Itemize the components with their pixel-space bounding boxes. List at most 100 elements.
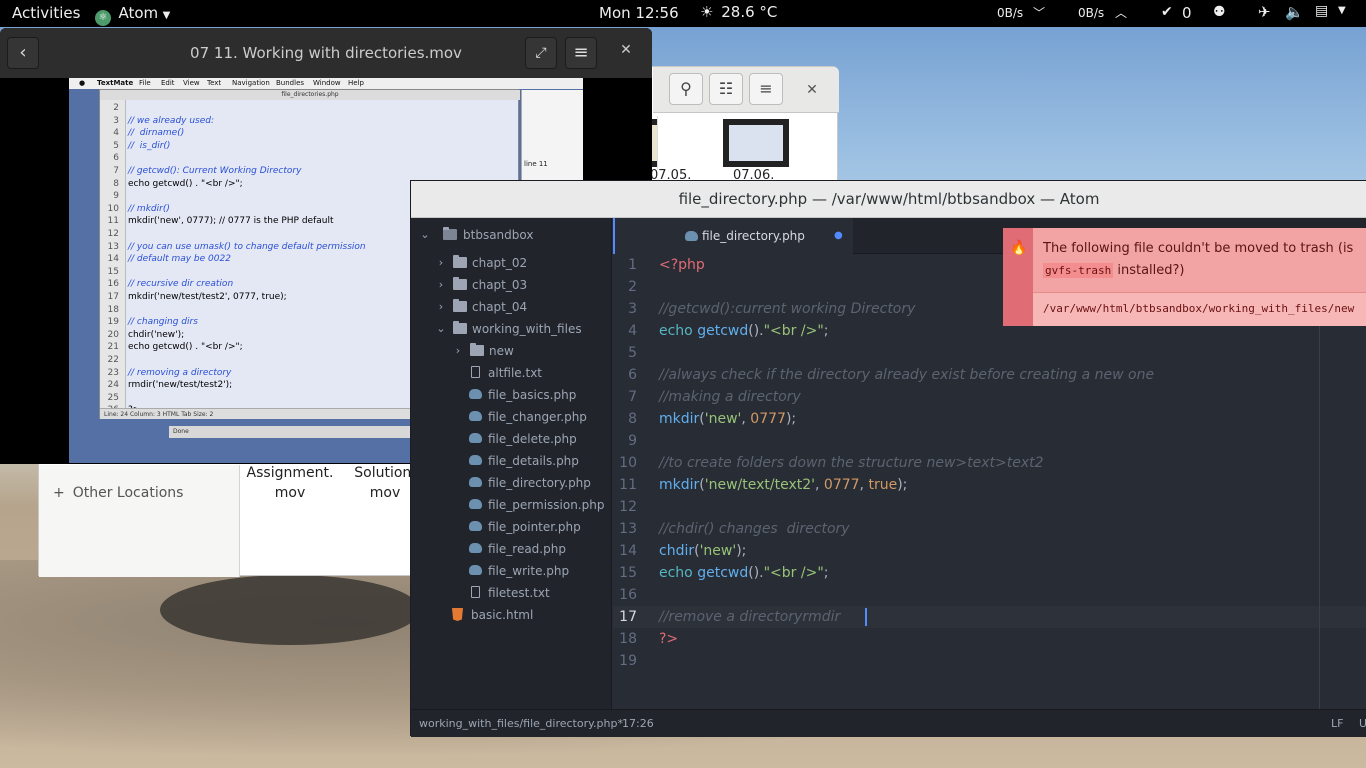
video-menu-button[interactable]: ≡ — [565, 37, 597, 69]
tree-file-basic-html[interactable]: basic.html — [452, 604, 602, 626]
textmate-line-text: // dirname() — [128, 128, 185, 139]
status-file-path[interactable]: working_with_files/file_directory.php* — [419, 710, 623, 737]
tree-folder-new[interactable]: › new — [452, 340, 602, 362]
status-cursor-position[interactable]: 17:26 — [622, 710, 654, 737]
php-icon — [469, 477, 482, 487]
text-cursor — [865, 608, 867, 626]
textmate-line-text: // mkdir() — [128, 203, 170, 214]
clock[interactable]: Mon 12:56 — [599, 4, 679, 22]
fullscreen-button[interactable]: ⤢ — [525, 37, 557, 69]
apple-icon: ● — [79, 79, 86, 87]
tree-folder-chapt02[interactable]: › chapt_02 — [435, 252, 605, 274]
arrow-up-icon: ︿ — [1115, 6, 1128, 20]
tree-root[interactable]: ⌄ btbsandbox — [419, 224, 609, 246]
chevron-right-icon: › — [438, 256, 444, 269]
battery-icon[interactable]: ▤ — [1315, 3, 1328, 19]
folder-icon — [453, 277, 467, 290]
status-line-ending[interactable]: LF — [1331, 710, 1343, 737]
notification-text: installed?) — [1113, 263, 1185, 278]
flame-icon: 🔥 — [1005, 228, 1033, 326]
tree-file[interactable]: file_details.php — [469, 450, 609, 472]
chevron-right-icon: › — [455, 344, 461, 357]
tree-file[interactable]: file_pointer.php — [469, 516, 609, 538]
textmate-line-number: 2 — [113, 103, 119, 113]
tree-file[interactable]: file_delete.php — [469, 428, 609, 450]
check-icon[interactable]: ✔ — [1161, 4, 1173, 20]
textmate-line-number: 22 — [107, 355, 119, 365]
files-sidebar: + Other Locations — [39, 465, 240, 577]
php-icon — [469, 565, 482, 575]
code-token: 0777 — [823, 477, 860, 493]
code-token: echo — [659, 565, 693, 581]
other-locations-item[interactable]: + Other Locations — [53, 485, 183, 501]
php-icon — [469, 543, 482, 553]
textmate-line-number: 11 — [107, 216, 119, 227]
textmate-line-number: 23 — [107, 367, 119, 378]
code-token: ); — [897, 477, 908, 493]
tree-file[interactable]: file_write.php — [469, 560, 609, 582]
tree-folder-label: chapt_04 — [472, 300, 528, 314]
airplane-icon[interactable]: ✈ — [1258, 3, 1271, 21]
chevron-down-icon: ⌄ — [436, 322, 446, 335]
file-item-assignment[interactable]: Assignment. mov — [245, 463, 335, 503]
thumbnail-preview — [729, 125, 783, 161]
tree-folder-chapt04[interactable]: › chapt_04 — [435, 296, 605, 318]
tree-folder-working-with-files[interactable]: ⌄ working_with_files — [435, 318, 605, 340]
files-close-button[interactable]: ✕ — [799, 77, 825, 103]
tree-file[interactable]: file_basics.php — [469, 384, 609, 406]
close-icon: ✕ — [806, 82, 818, 98]
textmate-line: 5 // is_dir() — [100, 140, 520, 153]
view-toggle-button[interactable]: ☷ — [709, 73, 743, 105]
php-icon — [469, 389, 482, 399]
activities-button[interactable]: Activities — [12, 4, 80, 22]
error-notification[interactable]: 🔥 The following file couldn't be moved t… — [1003, 228, 1366, 326]
textmate-line-number: 6 — [113, 153, 119, 164]
tree-file[interactable]: altfile.txt — [469, 362, 609, 384]
code-token: , — [815, 477, 824, 493]
textmate-line-number: 8 — [113, 178, 119, 189]
video-close-button[interactable]: ✕ — [615, 42, 637, 64]
tree-file[interactable]: file_changer.php — [469, 406, 609, 428]
textmate-line-number: 3 — [113, 115, 119, 126]
tree-folder-chapt03[interactable]: › chapt_03 — [435, 274, 605, 296]
tab-file-directory[interactable]: file_directory.php ● — [613, 218, 853, 254]
textmate-line-text: mkdir('new/test/test2', 0777, true); — [128, 292, 287, 302]
users-icon[interactable]: ⚉ — [1213, 4, 1226, 20]
tree-file[interactable]: file_directory.php — [469, 472, 609, 494]
modified-dot-icon[interactable]: ● — [834, 218, 843, 254]
status-encoding[interactable]: U — [1359, 710, 1366, 737]
side-panel-line: line 11 — [524, 160, 548, 168]
tree-file[interactable]: file_permission.php — [469, 494, 609, 516]
textmate-line-number: 14 — [107, 254, 119, 265]
mac-menu-item: Window — [313, 79, 341, 87]
tree-file-label: file_changer.php — [488, 410, 587, 424]
textmate-line-number: 25 — [107, 392, 119, 403]
textmate-line: 3 // we already used: — [100, 115, 520, 128]
tree-view: ⌄ btbsandbox › chapt_02 › chapt_03 › cha… — [411, 218, 612, 709]
textmate-line-number: 7 — [113, 166, 119, 176]
code-token: , — [741, 411, 751, 427]
file-thumbnail-2[interactable] — [723, 119, 789, 167]
arrow-down-icon: ﹀ — [1033, 6, 1046, 20]
list-view-icon: ☷ — [718, 79, 734, 98]
code-token: true — [868, 477, 898, 493]
code-token: (). — [748, 323, 764, 339]
system-menu-arrow-icon[interactable]: ▼ — [1338, 5, 1346, 16]
textmate-line-text: // removing a directory — [128, 367, 232, 378]
code-token: (). — [748, 565, 764, 581]
textmate-title: file_directories.php — [100, 90, 520, 100]
tree-file[interactable]: file_read.php — [469, 538, 609, 560]
weather-indicator[interactable]: ☀ 28.6 °C — [700, 3, 777, 21]
net-up-speed: 0B/s — [1078, 6, 1105, 20]
mac-menubar: ● TextMate File Edit View Text Navigatio… — [69, 78, 583, 89]
textmate-line-number: 21 — [107, 342, 119, 353]
files-menu-button[interactable]: ≡ — [749, 73, 783, 105]
textmate-line: 4 // dirname() — [100, 127, 520, 140]
textmate-line-text: // is_dir() — [128, 140, 171, 151]
tree-file-label: basic.html — [471, 608, 534, 622]
search-button[interactable]: ⚲ — [669, 73, 703, 105]
tree-file[interactable]: filetest.txt — [469, 582, 609, 604]
app-menu[interactable]: ⚛ Atom ▼ — [95, 4, 170, 26]
code-token: echo — [659, 323, 693, 339]
volume-icon[interactable]: 🔈 — [1285, 3, 1304, 21]
